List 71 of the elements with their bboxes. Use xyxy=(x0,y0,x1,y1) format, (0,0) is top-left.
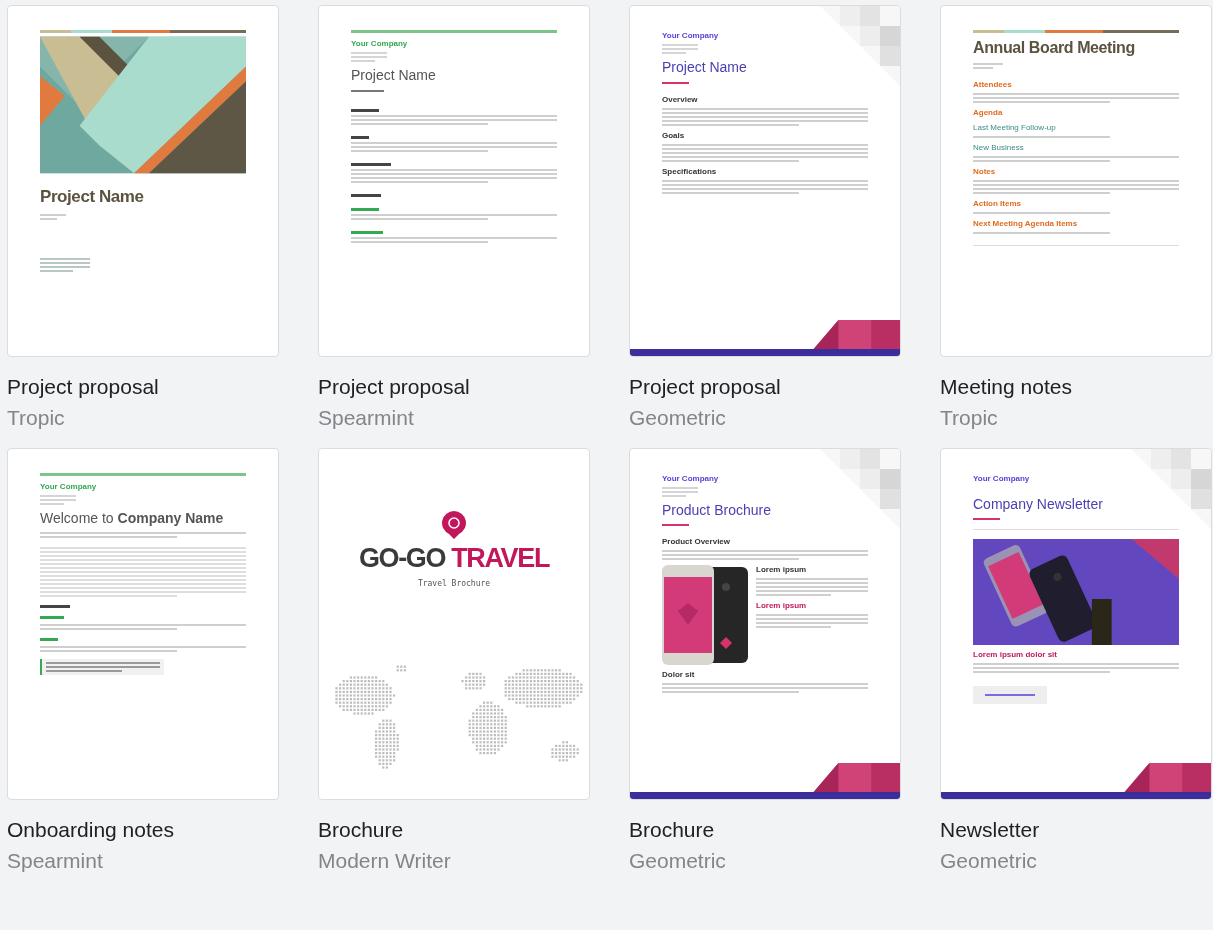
section-heading: Specifications xyxy=(662,166,718,177)
template-style: Tropic xyxy=(940,405,999,432)
text-lines-drawing xyxy=(351,52,387,62)
heading-bar-drawing xyxy=(351,193,381,197)
template-thumbnail[interactable]: GO-GO TRAVEL Travel Brochure xyxy=(318,447,590,800)
heading-bar-drawing xyxy=(351,207,379,211)
section-heading: Notes xyxy=(973,167,997,177)
template-thumbnail[interactable]: Your Company Product Brochure Product Overview Lorem ipsum Lorem ipsum Dolor sit xyxy=(629,447,901,800)
company-name: Your Company xyxy=(351,38,409,50)
template-style: Spearmint xyxy=(7,847,104,874)
heading-bar-drawing xyxy=(351,230,383,234)
company-name: Your Company xyxy=(973,472,1031,485)
template-style: Tropic xyxy=(7,405,66,432)
document-title: Welcome to Company Name xyxy=(40,509,225,527)
template-title: Meeting notes xyxy=(940,374,1073,400)
template-thumbnail[interactable]: Your Company Welcome to Company Name xyxy=(7,447,279,800)
section-heading: Next Meeting Agenda Items xyxy=(973,219,1079,229)
template-style: Spearmint xyxy=(318,405,415,432)
template-thumbnail[interactable]: Your Company Project Name xyxy=(318,5,590,357)
template-title: Onboarding notes xyxy=(7,816,175,843)
company-name: Your Company xyxy=(662,30,720,42)
text-lines-drawing xyxy=(973,63,1003,69)
heading-bar-drawing xyxy=(351,162,391,166)
section-subheading: Lorem ipsum xyxy=(756,601,808,611)
section-heading: Dolor sit xyxy=(662,670,696,680)
template-thumbnail[interactable]: Your Company Project Name Overview Goals Specifications xyxy=(629,5,901,357)
document-title: Project Name xyxy=(40,186,145,208)
template-title: Brochure xyxy=(629,816,716,843)
heading-bar-drawing xyxy=(40,605,70,608)
section-heading: Overview xyxy=(662,94,699,105)
template-title: Project proposal xyxy=(629,374,782,400)
heading-bar-drawing xyxy=(40,616,64,619)
text-lines-drawing xyxy=(662,44,698,54)
brand-tagline: Travel Brochure xyxy=(417,577,491,590)
template-style: Geometric xyxy=(940,847,1038,874)
section-heading: Attendees xyxy=(973,80,1013,90)
section-subheading: Last Meeting Follow-up xyxy=(973,123,1057,133)
template-thumbnail[interactable]: Project Name xyxy=(7,5,279,357)
template-title: Project proposal xyxy=(318,374,471,400)
text-lines-drawing xyxy=(40,213,66,220)
text-lines-drawing xyxy=(662,486,698,497)
document-title: Project Name xyxy=(662,59,748,77)
template-style: Geometric xyxy=(629,405,727,432)
template-style: Geometric xyxy=(629,847,727,874)
map-pin-icon xyxy=(442,510,466,539)
template-thumbnail[interactable]: Annual Board Meeting Attendees Agenda Last Meeting Follow-up New Business Notes Action Items Next Meeting Agenda Items xyxy=(940,5,1212,357)
template-title: Brochure xyxy=(318,816,405,843)
heading-bar-drawing xyxy=(351,135,369,139)
heading-bar-drawing xyxy=(351,108,379,112)
heading-bar-drawing xyxy=(40,638,58,641)
brand-name: GO-GO xyxy=(358,544,446,572)
text-lines-drawing xyxy=(40,257,90,272)
template-title: Project proposal xyxy=(7,374,160,400)
section-heading: Agenda xyxy=(973,108,1004,118)
document-title: Product Brochure xyxy=(662,501,772,519)
section-heading: Goals xyxy=(662,130,686,141)
document-title: Annual Board Meeting xyxy=(973,38,1136,58)
company-name: Your Company xyxy=(40,480,98,493)
brand-name: TRAVEL xyxy=(451,544,550,572)
section-subheading: New Business xyxy=(973,143,1025,153)
template-style: Modern Writer xyxy=(318,847,452,874)
section-heading: Lorem ipsum xyxy=(756,565,808,575)
document-title: Company Newsletter xyxy=(973,495,1104,513)
text-lines-drawing xyxy=(40,494,76,505)
section-heading: Product Overview xyxy=(662,537,732,547)
template-title: Newsletter xyxy=(940,816,1041,843)
section-subheading: Lorem ipsum dolor sit xyxy=(973,650,1058,660)
company-name: Your Company xyxy=(662,472,720,485)
template-thumbnail[interactable]: Your Company Company Newsletter Lorem ipsum dolor sit xyxy=(940,447,1212,800)
document-title: Project Name xyxy=(351,67,437,85)
section-heading: Action Items xyxy=(973,199,1022,209)
